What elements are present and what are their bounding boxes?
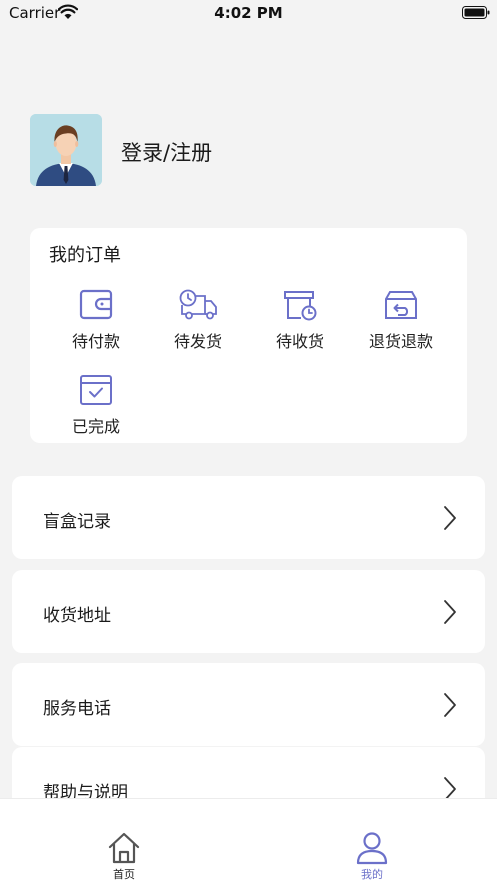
tab-mine[interactable]: 我的 bbox=[327, 831, 417, 882]
home-icon bbox=[108, 832, 140, 864]
order-pending-shipment[interactable]: 待发货 bbox=[148, 288, 248, 358]
return-box-icon bbox=[385, 291, 417, 319]
clock: 4:02 PM bbox=[214, 4, 283, 22]
order-item-label: 退货退款 bbox=[368, 332, 433, 351]
chevron-right-icon bbox=[444, 693, 456, 717]
delivery-truck-icon bbox=[179, 289, 217, 320]
profile-screen: Carrier 4:02 PM 登录/注册 我的订单 待付款 待发货 待收货 退… bbox=[0, 0, 497, 883]
menu-shipping-address[interactable]: 收货地址 bbox=[12, 570, 485, 653]
avatar[interactable] bbox=[30, 114, 102, 186]
tab-home[interactable]: 首页 bbox=[79, 831, 169, 882]
tab-label: 我的 bbox=[361, 868, 383, 881]
order-pending-payment[interactable]: 待付款 bbox=[46, 288, 146, 358]
chevron-right-icon bbox=[444, 600, 456, 624]
order-item-label: 已完成 bbox=[71, 417, 120, 436]
chevron-right-icon bbox=[444, 506, 456, 530]
tab-label: 首页 bbox=[113, 868, 135, 881]
menu-item-label: 收货地址 bbox=[43, 606, 111, 626]
profile-icon bbox=[356, 832, 388, 865]
avatar-person-icon bbox=[30, 114, 102, 186]
pending-receipt-icon bbox=[284, 291, 317, 321]
order-pending-receipt[interactable]: 待收货 bbox=[250, 288, 350, 358]
login-register-link[interactable]: 登录/注册 bbox=[121, 137, 212, 167]
order-item-label: 待收货 bbox=[275, 332, 324, 351]
menu-blind-box-records[interactable]: 盲盒记录 bbox=[12, 476, 485, 559]
wallet-icon bbox=[79, 289, 113, 320]
my-orders-card: 我的订单 待付款 待发货 待收货 退货退款 已完成 bbox=[30, 228, 467, 443]
menu-service-phone[interactable]: 服务电话 bbox=[12, 663, 485, 746]
status-bar: Carrier 4:02 PM bbox=[0, 0, 497, 26]
orders-title: 我的订单 bbox=[49, 245, 121, 266]
order-return-refund[interactable]: 退货退款 bbox=[351, 288, 451, 358]
menu-item-label: 盲盒记录 bbox=[43, 512, 111, 532]
menu-item-label: 服务电话 bbox=[43, 699, 111, 719]
order-item-label: 待发货 bbox=[173, 332, 222, 351]
order-item-label: 待付款 bbox=[71, 332, 120, 351]
tab-bar: 首页 我的 bbox=[0, 798, 497, 883]
battery-icon bbox=[462, 6, 490, 19]
completed-calendar-icon bbox=[80, 375, 112, 405]
order-completed[interactable]: 已完成 bbox=[46, 373, 146, 443]
